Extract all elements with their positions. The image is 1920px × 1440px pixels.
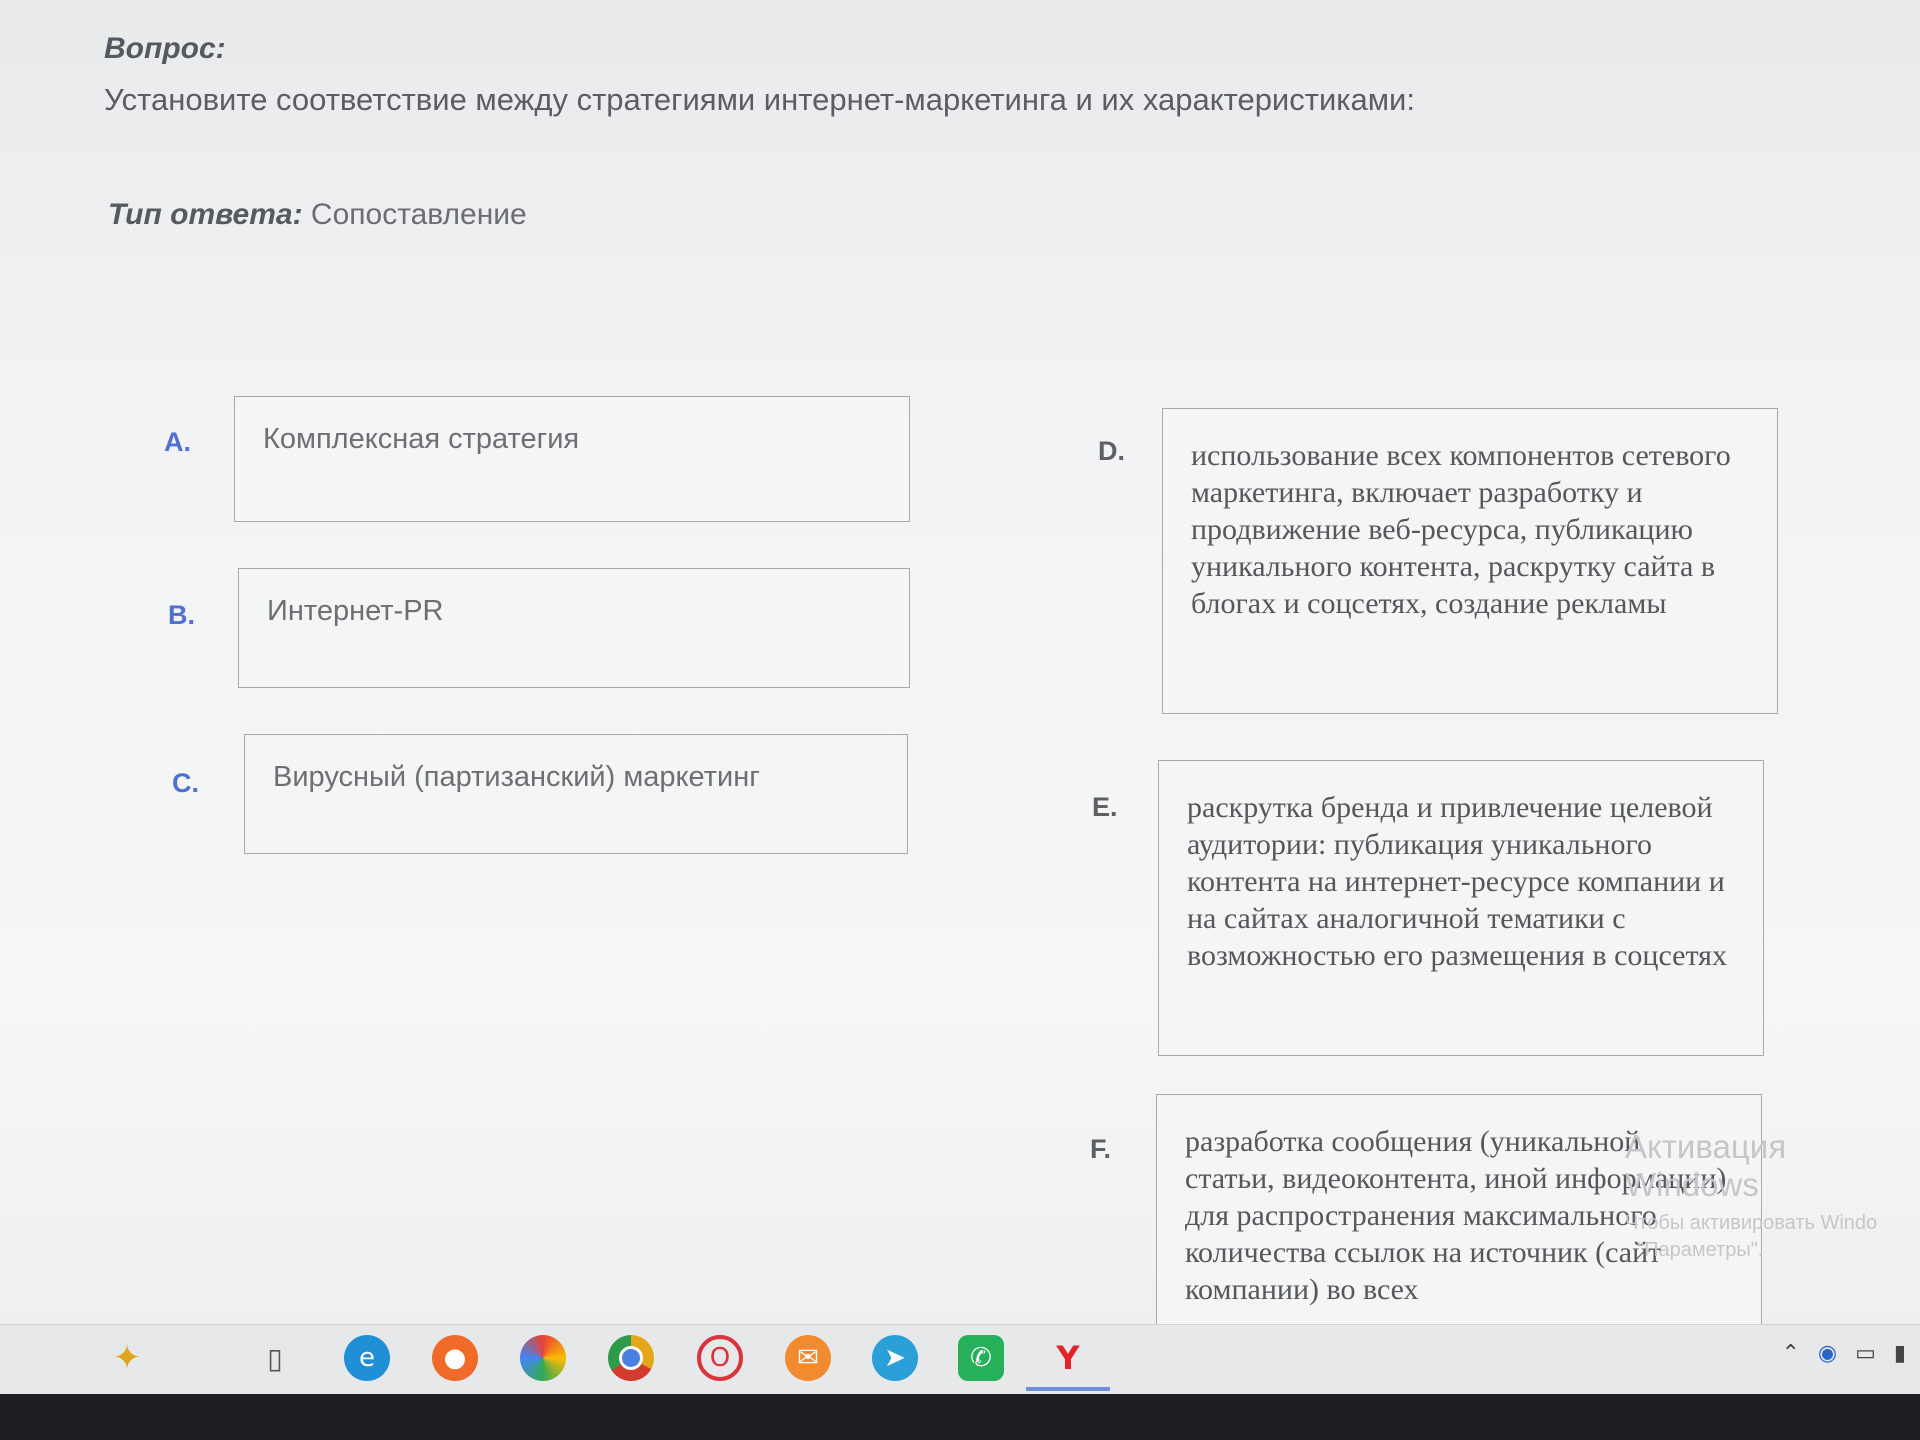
telegram-icon[interactable]: ➤ xyxy=(872,1335,918,1381)
mail-icon[interactable]: ✉ xyxy=(785,1335,831,1381)
match-item-b[interactable]: Интернет-PR xyxy=(238,568,910,688)
chrome-icon[interactable] xyxy=(608,1335,654,1381)
answer-type-value: Сопоставление xyxy=(310,198,527,231)
watermark-title: Активация Windows xyxy=(1625,1128,1787,1203)
match-item-d[interactable]: использование всех компонентов сетевого … xyxy=(1162,408,1778,714)
answer-type-row: Тип ответа: Сопоставление xyxy=(108,198,527,232)
match-item-d-text: использование всех компонентов сетевого … xyxy=(1191,439,1731,620)
firefox-icon[interactable]: ● xyxy=(432,1335,478,1381)
item-letter-f: F. xyxy=(1090,1134,1112,1164)
microphone-icon[interactable]: ▮ xyxy=(1894,1341,1906,1366)
edge-icon[interactable]: e xyxy=(344,1335,390,1381)
item-letter-c: C. xyxy=(172,768,199,798)
answer-type-label: Тип ответа: xyxy=(108,198,303,231)
match-item-a[interactable]: Комплексная стратегия xyxy=(234,396,910,522)
active-app-indicator xyxy=(1026,1387,1110,1391)
taskbar: ✦ ▯ e ● O ✉ ➤ ✆ Y ⌃ ◉ ▭ ▮ xyxy=(0,1324,1920,1395)
whatsapp-icon[interactable]: ✆ xyxy=(958,1335,1004,1381)
system-tray: ⌃ ◉ ▭ ▮ xyxy=(1781,1341,1906,1366)
question-label: Вопрос: xyxy=(104,32,226,65)
item-letter-b: B. xyxy=(168,600,195,630)
yandex-icon[interactable]: Y xyxy=(1045,1335,1091,1381)
battery-icon[interactable]: ▭ xyxy=(1855,1341,1876,1366)
watermark-line1: Чтобы активировать Windo xyxy=(1625,1212,1878,1234)
match-item-a-text: Комплексная стратегия xyxy=(263,423,580,455)
opera-icon[interactable]: O xyxy=(697,1335,743,1381)
match-item-e-text: раскрутка бренда и привлечение целевой а… xyxy=(1187,791,1727,972)
browser-icon[interactable] xyxy=(520,1335,566,1381)
question-text: Установите соответствие между стратегиям… xyxy=(104,82,1415,117)
match-item-e[interactable]: раскрутка бренда и привлечение целевой а… xyxy=(1158,760,1764,1056)
copilot-icon[interactable]: ✦ xyxy=(104,1335,150,1381)
task-view-icon[interactable]: ▯ xyxy=(252,1335,298,1381)
monitor-bezel xyxy=(0,1394,1920,1440)
item-letter-a: A. xyxy=(164,427,191,457)
windows-activation-watermark: Активация Windows Чтобы активировать Win… xyxy=(1625,1128,1920,1262)
match-item-c-text: Вирусный (партизанский) маркетинг xyxy=(273,761,760,793)
match-item-c[interactable]: Вирусный (партизанский) маркетинг xyxy=(244,734,908,854)
chevron-up-icon[interactable]: ⌃ xyxy=(1781,1341,1799,1366)
item-letter-e: E. xyxy=(1092,792,1118,822)
network-icon[interactable]: ◉ xyxy=(1818,1341,1837,1366)
match-item-b-text: Интернет-PR xyxy=(267,595,444,627)
watermark-line2: "Параметры". xyxy=(1637,1239,1764,1261)
item-letter-d: D. xyxy=(1098,436,1125,466)
